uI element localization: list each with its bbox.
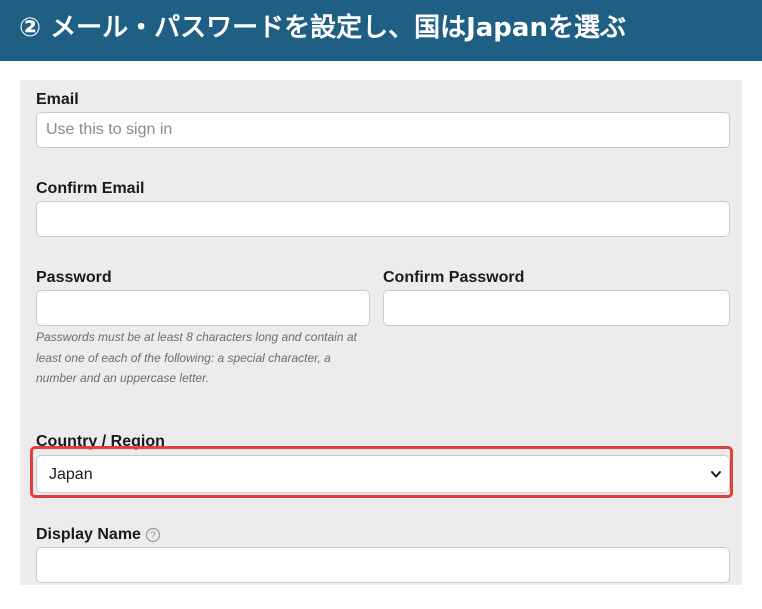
- confirm-password-label: Confirm Password: [383, 269, 525, 286]
- banner-title: ② メール・パスワードを設定し、国はJapanを選ぶ: [19, 13, 626, 43]
- help-circle-icon[interactable]: ?: [145, 527, 161, 543]
- country-region-label: Country / Region: [36, 433, 165, 450]
- email-field[interactable]: [36, 112, 730, 148]
- confirm-password-field[interactable]: [383, 290, 730, 326]
- password-requirements-hint: Passwords must be at least 8 characters …: [36, 330, 357, 385]
- password-label: Password: [36, 269, 112, 286]
- country-select[interactable]: Japan: [36, 455, 730, 493]
- confirm-email-field[interactable]: [36, 201, 730, 237]
- display-name-label: Display Name: [36, 526, 141, 543]
- password-field[interactable]: [36, 290, 370, 326]
- instruction-banner: ② メール・パスワードを設定し、国はJapanを選ぶ: [0, 0, 762, 61]
- country-selected-value: Japan: [49, 466, 93, 483]
- email-label: Email: [36, 91, 79, 108]
- svg-text:?: ?: [150, 531, 156, 542]
- confirm-email-label: Confirm Email: [36, 180, 145, 197]
- display-name-field[interactable]: [36, 547, 730, 583]
- chevron-down-icon: [711, 471, 721, 478]
